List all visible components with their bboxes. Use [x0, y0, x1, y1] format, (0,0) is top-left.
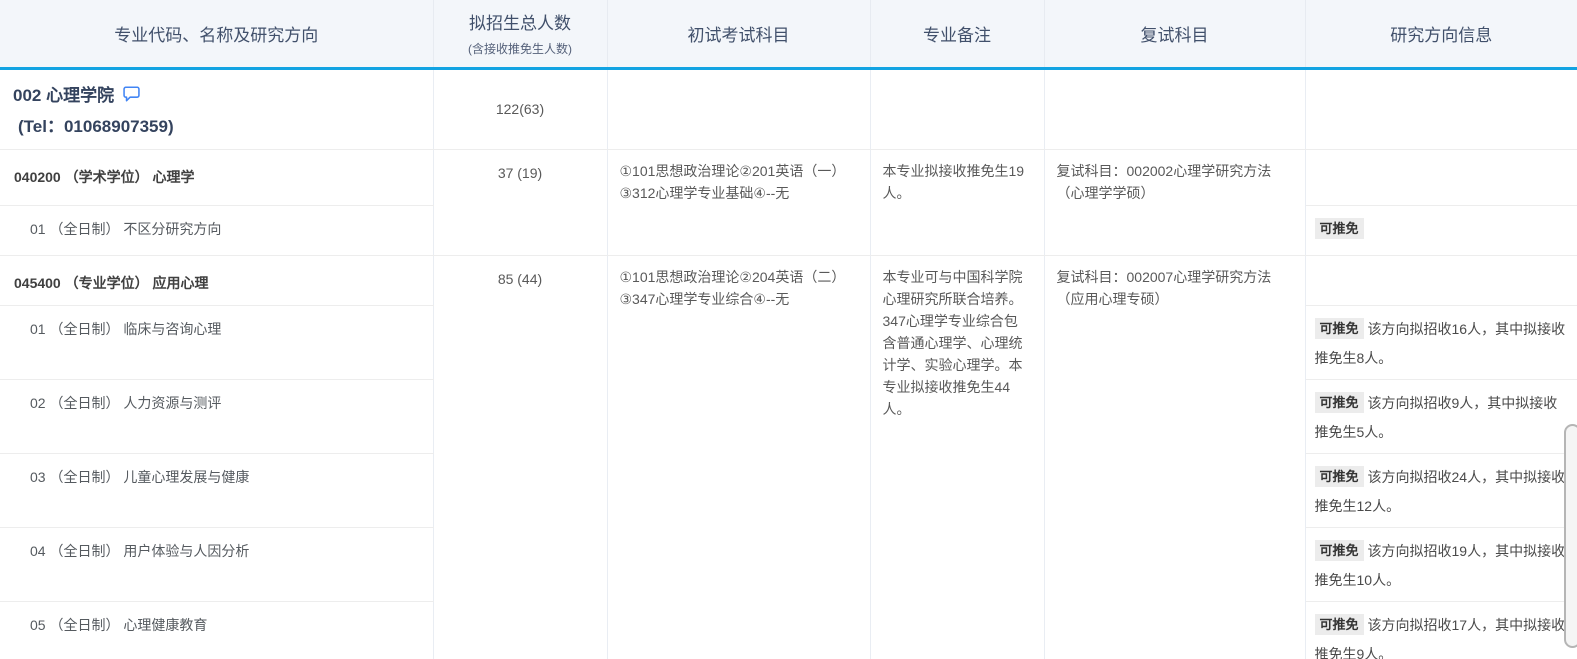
direction-name: 01 （全日制） 临床与咨询心理: [0, 305, 433, 379]
col-header-major-note-label: 专业备注: [923, 26, 991, 45]
direction-info-cell: 可推免该方向拟招收16人，其中拟接收推免生8人。: [1305, 305, 1577, 379]
college-row: 002 心理学院 (Tel：01068907359) 122(63): [0, 68, 1577, 149]
col-header-quota-sublabel: (含接收推免生人数): [434, 40, 607, 57]
col-header-initial-exam-label: 初试考试科目: [688, 26, 790, 45]
admissions-page: 专业代码、名称及研究方向 拟招生总人数 (含接收推免生人数) 初试考试科目 专业…: [0, 0, 1577, 659]
program-title: 045400 （专业学位） 应用心理: [0, 255, 433, 305]
program-total: 85 (44): [433, 255, 607, 659]
tuimian-badge: 可推免: [1315, 218, 1364, 239]
program-title: 040200 （学术学位） 心理学: [0, 149, 433, 205]
empty-direction-cell: [1305, 255, 1577, 305]
tuimian-badge: 可推免: [1315, 466, 1364, 487]
tuimian-badge: 可推免: [1315, 614, 1364, 635]
program-row-040200: 040200 （学术学位） 心理学 37 (19) ①101思想政治理论②201…: [0, 149, 1577, 205]
col-header-quota: 拟招生总人数 (含接收推免生人数): [433, 0, 607, 68]
col-header-direction-info: 研究方向信息: [1305, 0, 1577, 68]
col-header-retest: 复试科目: [1044, 0, 1305, 68]
direction-name: 05 （全日制） 心理健康教育: [0, 601, 433, 659]
program-subjects: ①101思想政治理论②201英语（一）③312心理学专业基础④--无: [607, 149, 870, 255]
tuimian-badge: 可推免: [1315, 318, 1364, 339]
direction-info-cell: 可推免该方向拟招收19人，其中拟接收推免生10人。: [1305, 527, 1577, 601]
col-header-major-label: 专业代码、名称及研究方向: [114, 26, 318, 45]
tuimian-badge: 可推免: [1315, 540, 1364, 561]
college-cell: 002 心理学院 (Tel：01068907359): [0, 68, 433, 149]
college-name: 002 心理学院: [13, 81, 114, 106]
program-note: 本专业拟接收推免生19人。: [870, 149, 1044, 255]
direction-info-cell: 可推免: [1305, 205, 1577, 255]
col-header-quota-label: 拟招生总人数: [434, 9, 607, 34]
empty-direction-cell: [1305, 149, 1577, 205]
program-retest: 复试科目：002007心理学研究方法（应用心理专硕）: [1044, 255, 1305, 659]
direction-name: 01 （全日制） 不区分研究方向: [0, 205, 433, 255]
program-retest: 复试科目：002002心理学研究方法（心理学学硕）: [1044, 149, 1305, 255]
admissions-table: 专业代码、名称及研究方向 拟招生总人数 (含接收推免生人数) 初试考试科目 专业…: [0, 0, 1577, 659]
direction-name: 03 （全日制） 儿童心理发展与健康: [0, 453, 433, 527]
college-total: 122(63): [433, 68, 607, 149]
program-row-045400: 045400 （专业学位） 应用心理 85 (44) ①101思想政治理论②20…: [0, 255, 1577, 305]
direction-info-cell: 可推免该方向拟招收24人，其中拟接收推免生12人。: [1305, 453, 1577, 527]
direction-name: 02 （全日制） 人力资源与测评: [0, 379, 433, 453]
col-header-major-note: 专业备注: [870, 0, 1044, 68]
col-header-retest-label: 复试科目: [1141, 26, 1209, 45]
col-header-initial-exam: 初试考试科目: [607, 0, 870, 68]
empty-cell: [1305, 68, 1577, 149]
empty-cell: [607, 68, 870, 149]
header-row: 专业代码、名称及研究方向 拟招生总人数 (含接收推免生人数) 初试考试科目 专业…: [0, 0, 1577, 68]
empty-cell: [870, 68, 1044, 149]
college-tel: (Tel：01068907359): [13, 112, 433, 137]
tuimian-badge: 可推免: [1315, 392, 1364, 413]
comment-icon[interactable]: [123, 86, 140, 102]
college-title: 002 心理学院: [13, 81, 433, 106]
direction-info-cell: 可推免该方向拟招收17人，其中拟接收推免生9人。: [1305, 601, 1577, 659]
direction-info-cell: 可推免该方向拟招收9人，其中拟接收推免生5人。: [1305, 379, 1577, 453]
col-header-direction-info-label: 研究方向信息: [1390, 26, 1492, 45]
empty-cell: [1044, 68, 1305, 149]
col-header-major: 专业代码、名称及研究方向: [0, 0, 433, 68]
program-total: 37 (19): [433, 149, 607, 255]
program-note: 本专业可与中国科学院心理研究所联合培养。347心理学专业综合包含普通心理学、心理…: [870, 255, 1044, 659]
vertical-scrollbar-thumb[interactable]: [1564, 424, 1577, 648]
direction-name: 04 （全日制） 用户体验与人因分析: [0, 527, 433, 601]
program-subjects: ①101思想政治理论②204英语（二）③347心理学专业综合④--无: [607, 255, 870, 659]
